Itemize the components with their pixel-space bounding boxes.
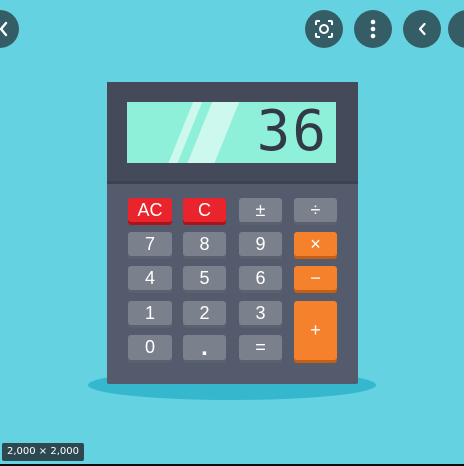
chevron-left-icon [0, 21, 8, 37]
image-size-badge: 2,000 × 2,000 [2, 443, 84, 461]
more-options-icon [370, 19, 376, 39]
image-viewer: 36 AC C ± ÷ 7 8 9 × 4 5 6 − 1 2 3 + 0 . … [0, 0, 464, 466]
four-key[interactable]: 4 [128, 266, 172, 290]
visual-search-button[interactable] [305, 10, 343, 48]
multiply-key[interactable]: × [294, 232, 337, 256]
divide-key[interactable]: ÷ [294, 198, 337, 222]
ac-key[interactable]: AC [128, 198, 172, 222]
nine-key[interactable]: 9 [239, 232, 282, 256]
calculator-screen: 36 [127, 102, 336, 163]
back-chevron-icon [418, 22, 426, 36]
eight-key[interactable]: 8 [183, 232, 226, 256]
decimal-key[interactable]: . [183, 334, 226, 361]
six-key[interactable]: 6 [239, 266, 282, 290]
minus-key[interactable]: − [294, 266, 337, 290]
seven-key[interactable]: 7 [128, 232, 172, 256]
three-key[interactable]: 3 [239, 301, 282, 325]
plus-minus-key[interactable]: ± [239, 198, 282, 222]
plus-key[interactable]: + [294, 301, 337, 360]
next-panel-button[interactable] [448, 10, 464, 48]
one-key[interactable]: 1 [128, 301, 172, 325]
back-button[interactable] [403, 10, 441, 48]
calculator-divider [107, 181, 358, 184]
visual-search-icon [315, 20, 333, 38]
equals-key[interactable]: = [239, 335, 282, 360]
previous-image-button[interactable] [0, 10, 19, 48]
more-options-button[interactable] [354, 10, 392, 48]
zero-key[interactable]: 0 [128, 335, 172, 360]
two-key[interactable]: 2 [183, 301, 226, 325]
display-value: 36 [256, 102, 328, 163]
five-key[interactable]: 5 [183, 266, 226, 290]
c-key[interactable]: C [183, 198, 226, 222]
